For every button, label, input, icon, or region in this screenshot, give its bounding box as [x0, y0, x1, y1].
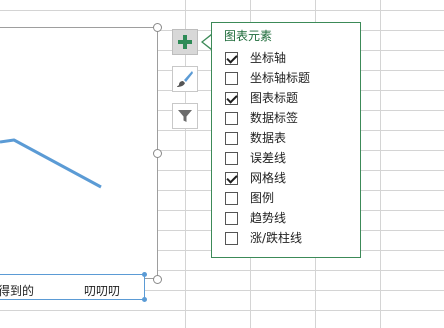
axis-handle-top-right[interactable] [142, 272, 147, 277]
resize-handle-bottom-right[interactable] [153, 275, 162, 284]
item-label: 数据标签 [250, 111, 299, 125]
funnel-icon [178, 110, 192, 122]
item-label: 图表标题 [250, 91, 299, 105]
chart-styles-button[interactable] [172, 66, 198, 92]
chart-elements-button[interactable] [172, 29, 198, 55]
axis-label-1: 得到的 [0, 284, 35, 298]
checkbox[interactable] [225, 111, 238, 125]
series-line [0, 138, 102, 189]
checkbox[interactable] [225, 91, 238, 105]
item-label: 涨/跌柱线 [250, 231, 303, 245]
element-item-up-down-bars[interactable]: 涨/跌柱线 [225, 229, 355, 247]
axis-label-2: 叨叨叨 [84, 284, 121, 298]
paintbrush-icon [177, 71, 193, 87]
element-item-axes[interactable]: 坐标轴 [225, 49, 355, 67]
panel-title: 图表元素 [224, 29, 273, 43]
checkbox[interactable] [225, 151, 238, 165]
element-item-error-bars[interactable]: 误差线 [225, 149, 355, 167]
checkbox[interactable] [225, 171, 238, 185]
checkbox[interactable] [225, 51, 238, 65]
chart-elements-panel: 图表元素 坐标轴 坐标轴标题 图表标题 数据标签 数据表 误差线 网格线 图例 … [211, 22, 361, 258]
element-item-gridlines[interactable]: 网格线 [225, 169, 355, 187]
chart-plot [0, 138, 102, 189]
element-item-trendline[interactable]: 趋势线 [225, 209, 355, 227]
element-item-data-table[interactable]: 数据表 [225, 129, 355, 147]
element-item-data-labels[interactable]: 数据标签 [225, 109, 355, 127]
checkbox[interactable] [225, 211, 238, 225]
item-label: 误差线 [250, 151, 287, 165]
item-label: 图例 [250, 191, 275, 205]
item-label: 趋势线 [250, 211, 287, 225]
resize-handle-top-right[interactable] [153, 23, 162, 32]
axis-handle-bottom-right[interactable] [142, 297, 147, 302]
chart-area[interactable]: 得到的 叨叨叨 [0, 27, 158, 302]
checkbox[interactable] [225, 71, 238, 85]
plus-icon [178, 35, 192, 49]
element-item-legend[interactable]: 图例 [225, 189, 355, 207]
checkbox[interactable] [225, 191, 238, 205]
element-item-axis-titles[interactable]: 坐标轴标题 [225, 69, 355, 87]
chart-filters-button[interactable] [172, 103, 198, 129]
item-label: 数据表 [250, 131, 287, 145]
resize-handle-middle-right[interactable] [153, 149, 162, 158]
item-label: 坐标轴标题 [250, 71, 311, 85]
element-item-chart-title[interactable]: 图表标题 [225, 89, 355, 107]
checkbox[interactable] [225, 231, 238, 245]
checkbox[interactable] [225, 131, 238, 145]
item-label: 坐标轴 [250, 51, 287, 65]
item-label: 网格线 [250, 171, 287, 185]
